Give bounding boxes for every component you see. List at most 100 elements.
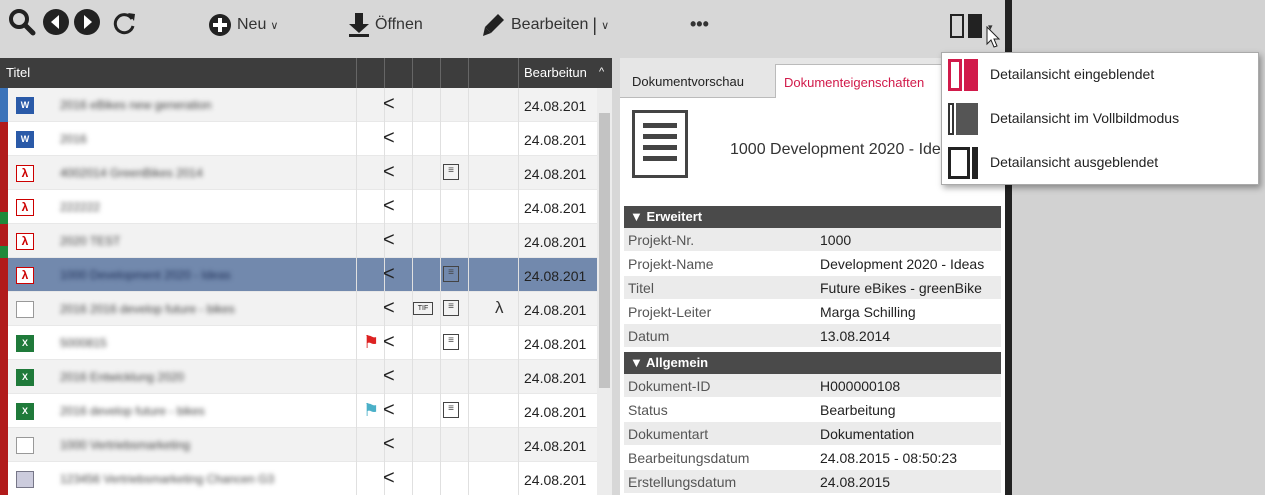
- document-list: Titel Bearbeitun ^ W 2016 eBikes new gene…: [0, 58, 612, 495]
- share-icon[interactable]: <: [383, 263, 395, 286]
- property-value[interactable]: Dokumentation: [820, 422, 1000, 446]
- flag-icon[interactable]: ⚑: [363, 332, 379, 353]
- column-header-share[interactable]: [384, 58, 412, 88]
- back-icon: [43, 9, 69, 35]
- share-icon[interactable]: <: [383, 93, 395, 116]
- column-divider: [518, 360, 519, 394]
- share-icon[interactable]: <: [383, 297, 395, 320]
- row-date: 24.08.201: [524, 472, 587, 488]
- menu-item-detail-shown[interactable]: Detailansicht eingeblendet: [942, 53, 1260, 97]
- refresh-icon: [113, 13, 135, 35]
- tab-preview[interactable]: Dokumentvorschau: [624, 64, 774, 98]
- column-divider: [468, 394, 469, 428]
- document-title: 1000 Development 2020 - Ideas: [730, 141, 958, 158]
- column-divider: [356, 258, 357, 292]
- scrollbar[interactable]: [597, 88, 612, 495]
- column-header-note[interactable]: [440, 58, 468, 88]
- document-file-icon: [16, 437, 34, 454]
- property-value[interactable]: 24.08.2015 - 08:50:23: [820, 446, 1000, 470]
- open-button[interactable]: Öffnen: [348, 12, 423, 38]
- share-icon[interactable]: <: [383, 399, 395, 422]
- search-icon: [9, 9, 36, 36]
- share-icon[interactable]: <: [383, 229, 395, 252]
- column-divider: [518, 156, 519, 190]
- tif-icon: TIF: [413, 302, 433, 315]
- view-toggle-button[interactable]: ▾: [944, 6, 1004, 50]
- section-general[interactable]: ▼ Allgemein: [624, 352, 1001, 374]
- status-stripe: [0, 224, 8, 258]
- column-divider: [412, 156, 413, 190]
- table-row[interactable]: λ 2020 TEST <24.08.201: [0, 224, 612, 258]
- status-stripe: [0, 394, 8, 428]
- table-row[interactable]: W 2016 <24.08.201: [0, 122, 612, 156]
- section-extended[interactable]: ▼ Erweitert: [624, 206, 1001, 228]
- property-key: Projekt-Name: [628, 256, 714, 272]
- share-icon[interactable]: <: [383, 195, 395, 218]
- property-value[interactable]: Bearbeitung: [820, 398, 1000, 422]
- toolbar: Neu ∨ Öffnen Bearbeiten | ∨ •••: [0, 0, 1012, 58]
- column-divider: [468, 156, 469, 190]
- column-divider: [518, 428, 519, 462]
- property-value[interactable]: H000000108: [820, 374, 1000, 398]
- table-row[interactable]: λ 222222 <24.08.201: [0, 190, 612, 224]
- table-row[interactable]: X 2016 develop future - bikes < ⚑ ≡ 24.08.201: [0, 394, 612, 428]
- scroll-up-icon[interactable]: ^: [599, 66, 604, 78]
- note-icon[interactable]: ≡: [443, 300, 459, 316]
- property-value[interactable]: Future eBikes - greenBike: [820, 276, 1000, 300]
- table-row[interactable]: X 5000815 < ⚑ ≡ 24.08.201: [0, 326, 612, 360]
- property-row: Titel Future eBikes - greenBike: [624, 276, 1001, 300]
- property-value[interactable]: Marga Schilling: [820, 300, 1000, 324]
- column-divider: [356, 224, 357, 258]
- column-header-pdf[interactable]: [468, 58, 518, 88]
- column-header-type[interactable]: [412, 58, 440, 88]
- word-file-icon: W: [16, 97, 34, 114]
- column-header-date[interactable]: Bearbeitun: [518, 58, 598, 88]
- column-header-flag[interactable]: [356, 58, 384, 88]
- row-title: 1000 Vertriebsmarketing: [60, 438, 191, 452]
- row-title: 2016 eBikes new generation: [60, 98, 212, 112]
- column-divider: [412, 462, 413, 495]
- note-icon[interactable]: ≡: [443, 402, 459, 418]
- table-row[interactable]: 123456 Vertriebsmarketing Chancen G3 <24.…: [0, 462, 612, 495]
- edit-button[interactable]: Bearbeiten | ∨: [482, 12, 609, 38]
- search-button[interactable]: [8, 8, 36, 36]
- column-header-title[interactable]: Titel: [0, 58, 356, 88]
- back-button[interactable]: [42, 8, 70, 36]
- table-row[interactable]: 1000 Vertriebsmarketing <24.08.201: [0, 428, 612, 462]
- pdf-icon[interactable]: λ: [495, 298, 504, 318]
- property-value[interactable]: 1000: [820, 228, 1000, 252]
- table-row[interactable]: λ 4002014 GreenBikes 2014 < ≡ 24.08.201: [0, 156, 612, 190]
- refresh-button[interactable]: [110, 9, 138, 37]
- share-icon[interactable]: <: [383, 433, 395, 456]
- flag-icon[interactable]: ⚑: [363, 400, 379, 421]
- menu-item-detail-fullscreen[interactable]: Detailansicht im Vollbildmodus: [942, 97, 1260, 141]
- property-value[interactable]: Development 2020 - Ideas: [820, 252, 1000, 276]
- note-icon[interactable]: ≡: [443, 164, 459, 180]
- splitter[interactable]: [612, 58, 620, 495]
- share-icon[interactable]: <: [383, 467, 395, 490]
- new-button[interactable]: Neu ∨: [208, 13, 278, 37]
- note-icon[interactable]: ≡: [443, 266, 459, 282]
- column-divider: [440, 156, 441, 190]
- note-icon[interactable]: ≡: [443, 334, 459, 350]
- table-row[interactable]: λ 1000 Development 2020 - Ideas < ≡ 24.08.20…: [0, 258, 612, 292]
- property-row: Projekt-Leiter Marga Schilling: [624, 300, 1001, 324]
- share-icon[interactable]: <: [383, 331, 395, 354]
- share-icon[interactable]: <: [383, 127, 395, 150]
- menu-item-detail-hidden[interactable]: Detailansicht ausgeblendet: [942, 141, 1260, 185]
- more-button[interactable]: •••: [690, 14, 709, 35]
- scrollbar-thumb[interactable]: [599, 113, 610, 388]
- row-title: 5000815: [60, 336, 107, 350]
- share-icon[interactable]: <: [383, 161, 395, 184]
- property-value[interactable]: 13.08.2014: [820, 324, 1000, 348]
- forward-button[interactable]: [73, 8, 101, 36]
- column-divider: [468, 326, 469, 360]
- table-row[interactable]: 2016 2016 develop future - bikes < TIF ≡ λ 24…: [0, 292, 612, 326]
- row-date: 24.08.201: [524, 370, 587, 386]
- word-file-icon: W: [16, 131, 34, 148]
- table-row[interactable]: X 2016 Entwicklung 2020 <24.08.201: [0, 360, 612, 394]
- column-divider: [412, 224, 413, 258]
- table-row[interactable]: W 2016 eBikes new generation <24.08.201: [0, 88, 612, 122]
- share-icon[interactable]: <: [383, 365, 395, 388]
- property-value[interactable]: 24.08.2015: [820, 470, 1000, 494]
